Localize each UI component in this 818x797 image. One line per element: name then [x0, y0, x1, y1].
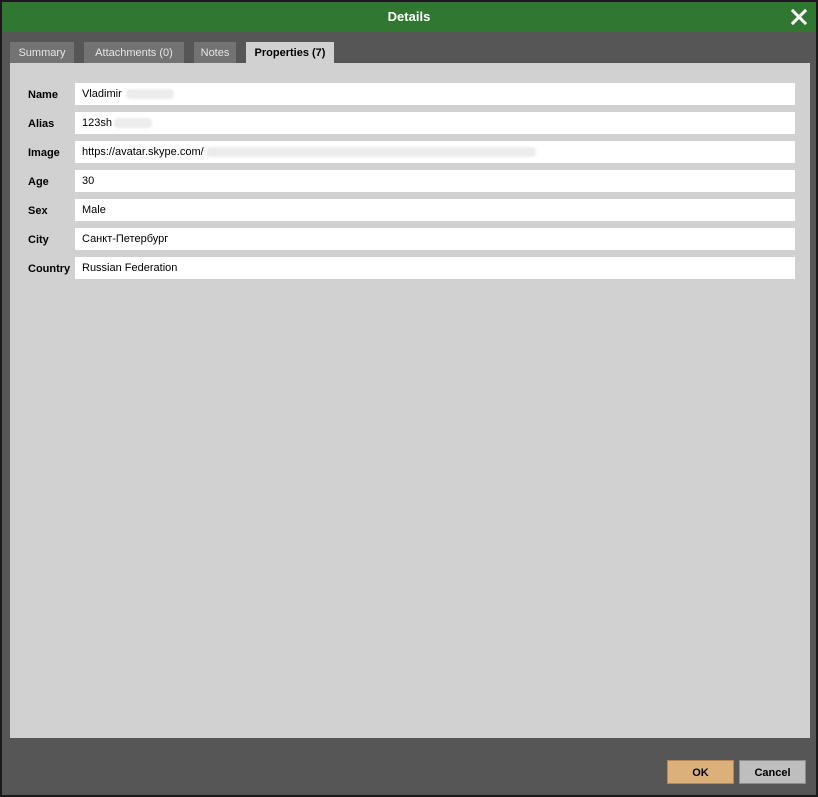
property-label: Age	[28, 176, 49, 188]
tab-notes[interactable]: Notes	[194, 42, 236, 64]
tab-properties[interactable]: Properties (7)	[246, 42, 334, 65]
property-value-text: Vladimir	[82, 88, 122, 100]
property-row-sex: Sex Male	[24, 199, 795, 223]
property-label: Sex	[28, 205, 48, 217]
redacted-text	[113, 118, 152, 129]
ok-button[interactable]: OK	[667, 760, 734, 784]
property-value-country[interactable]: Russian Federation	[75, 257, 795, 279]
property-value-sex[interactable]: Male	[75, 199, 795, 221]
property-row-image: Image https://avatar.skype.com/	[24, 141, 795, 165]
property-label: Country	[28, 263, 71, 275]
redacted-text	[205, 147, 536, 158]
property-row-country: Country Russian Federation	[24, 257, 795, 281]
property-row-city: City Санкт-Петербург	[24, 228, 795, 252]
properties-panel: Name Vladimir Alias 123sh Image https://…	[10, 63, 810, 738]
cancel-button[interactable]: Cancel	[739, 760, 806, 784]
property-row-age: Age 30	[24, 170, 795, 194]
property-row-alias: Alias 123sh	[24, 112, 795, 136]
details-dialog: Details Summary Attachments (0) Notes Pr…	[0, 0, 818, 797]
property-label: City	[28, 234, 49, 246]
redacted-text	[125, 89, 174, 100]
title-bar: Details	[2, 2, 816, 32]
property-label: Alias	[28, 118, 55, 130]
property-value-alias[interactable]: 123sh	[75, 112, 795, 134]
property-label: Image	[28, 147, 60, 159]
close-icon	[790, 8, 808, 26]
property-row-name: Name Vladimir	[24, 83, 795, 107]
property-value-image[interactable]: https://avatar.skype.com/	[75, 141, 795, 163]
property-label: Name	[28, 89, 58, 101]
tab-summary[interactable]: Summary	[10, 42, 74, 64]
property-value-city[interactable]: Санкт-Петербург	[75, 228, 795, 250]
tab-attachments[interactable]: Attachments (0)	[84, 42, 184, 64]
property-value-age[interactable]: 30	[75, 170, 795, 192]
dialog-title: Details	[387, 9, 431, 24]
close-button[interactable]	[788, 6, 810, 28]
property-value-name[interactable]: Vladimir	[75, 83, 795, 105]
property-value-text: 123sh	[82, 117, 112, 129]
property-value-text: https://avatar.skype.com/	[82, 146, 204, 158]
